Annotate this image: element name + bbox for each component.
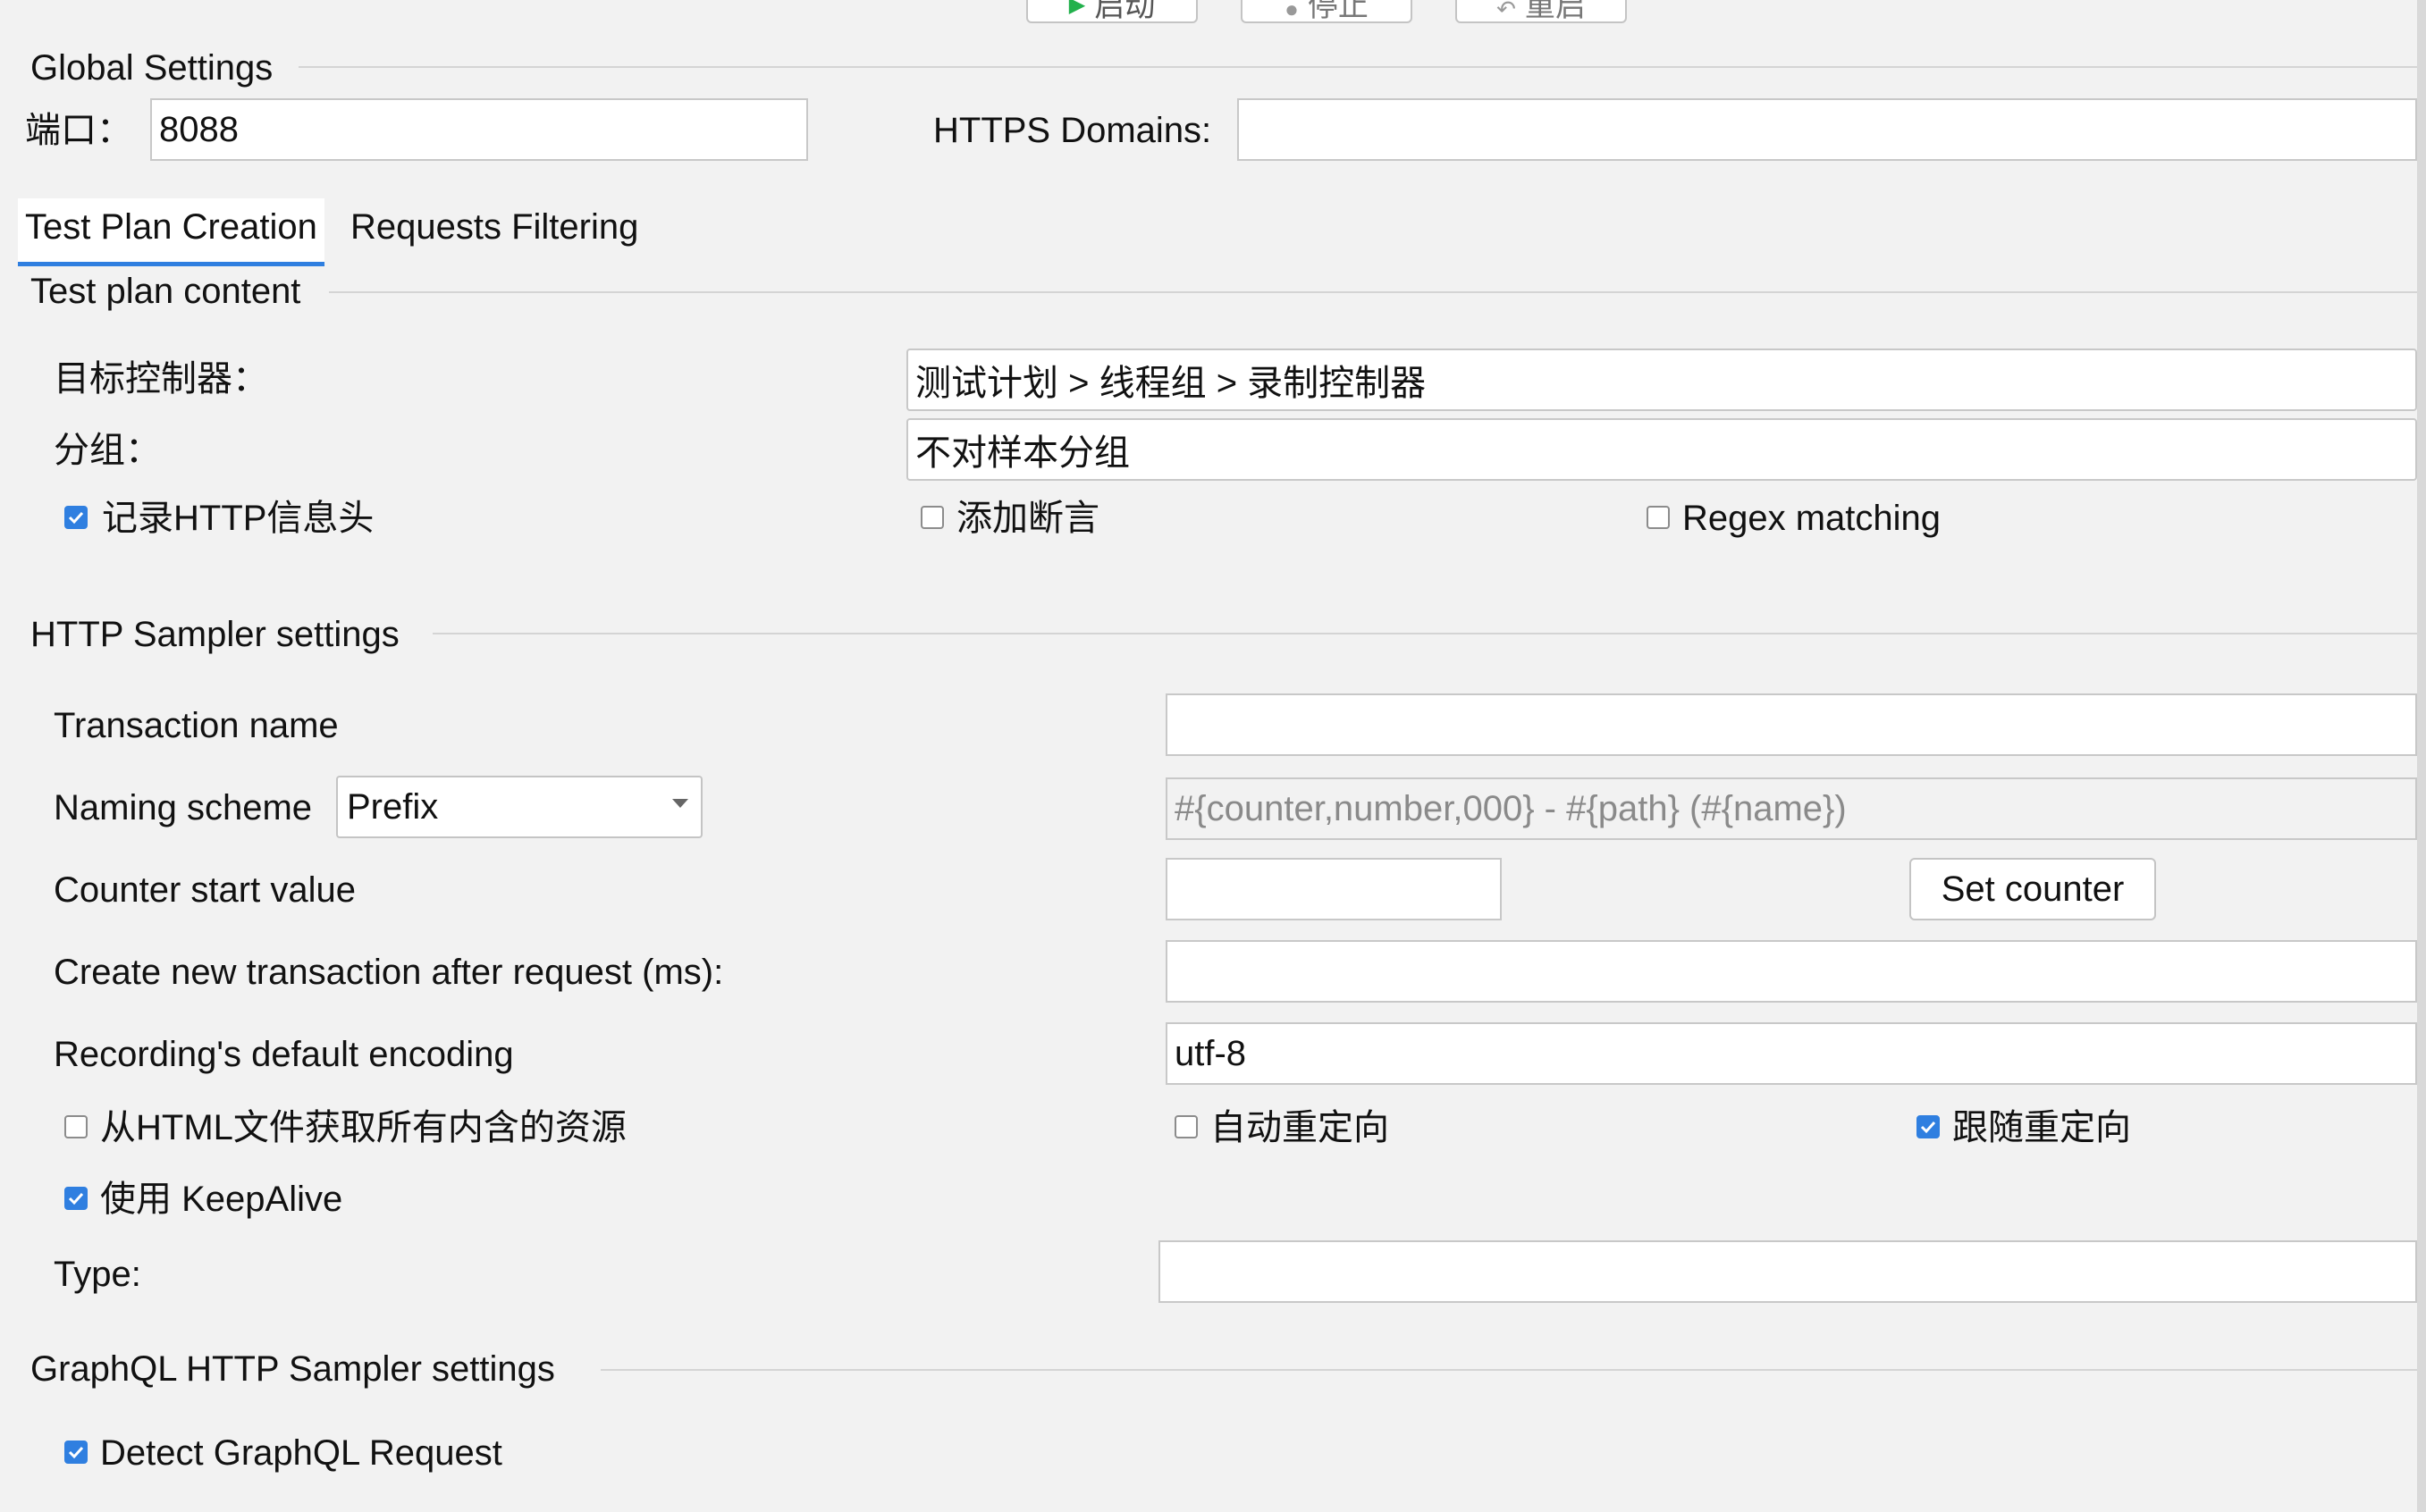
- checkmark-icon: [68, 511, 84, 525]
- naming-scheme-value: Prefix: [347, 786, 439, 827]
- type-input[interactable]: [1158, 1240, 2417, 1303]
- auto-redirect-checkbox[interactable]: [1175, 1115, 1198, 1138]
- counter-start-input[interactable]: [1166, 858, 1502, 920]
- https-domains-input[interactable]: [1237, 98, 2417, 161]
- grouping-label: 分组：: [54, 431, 161, 470]
- new-transaction-label: Create new transaction after request (ms…: [54, 953, 724, 992]
- regex-matching-checkbox[interactable]: [1647, 506, 1670, 529]
- add-assertions-checkbox[interactable]: [921, 506, 944, 529]
- http-sampler-divider: [433, 633, 2417, 634]
- grouping-combo[interactable]: 不对样本分组: [906, 418, 2417, 481]
- tab-test-plan-creation[interactable]: Test Plan Creation: [18, 198, 324, 266]
- auto-redirect-label: 自动重定向: [1210, 1108, 1389, 1147]
- new-transaction-input[interactable]: [1166, 940, 2417, 1003]
- follow-redirect-label: 跟随重定向: [1952, 1108, 2131, 1147]
- detect-graphql-label: Detect GraphQL Request: [100, 1433, 502, 1473]
- add-assertions-label: 添加断言: [956, 499, 1099, 538]
- port-input[interactable]: 8088: [150, 98, 808, 161]
- keepalive-label: 使用 KeepAlive: [100, 1180, 343, 1219]
- target-controller-label: 目标控制器：: [54, 359, 268, 399]
- chevron-down-icon: [672, 799, 688, 808]
- graphql-divider: [601, 1369, 2417, 1371]
- set-counter-button[interactable]: Set counter: [1909, 858, 2156, 920]
- stop-button[interactable]: ● 停止: [1241, 0, 1412, 23]
- global-settings-title: Global Settings: [30, 48, 274, 88]
- test-plan-divider: [329, 291, 2417, 293]
- type-label: Type:: [54, 1255, 141, 1294]
- test-plan-content-title: Test plan content: [30, 272, 301, 311]
- naming-format-input: #{counter,number,000} - #{path} (#{name}…: [1166, 777, 2417, 840]
- restart-button[interactable]: ↶ 重启: [1455, 0, 1627, 23]
- record-headers-checkbox[interactable]: [64, 506, 88, 529]
- graphql-title: GraphQL HTTP Sampler settings: [30, 1349, 555, 1389]
- checkmark-icon: [1920, 1121, 1936, 1134]
- naming-scheme-label: Naming scheme: [54, 788, 313, 827]
- transaction-name-label: Transaction name: [54, 706, 339, 745]
- fetch-resources-label: 从HTML文件获取所有内含的资源: [100, 1108, 627, 1147]
- default-encoding-input[interactable]: utf-8: [1166, 1022, 2417, 1085]
- https-domains-label: HTTPS Domains:: [933, 111, 1212, 150]
- checkmark-icon: [68, 1192, 84, 1205]
- regex-matching-label: Regex matching: [1682, 499, 1942, 538]
- naming-scheme-select[interactable]: Prefix: [336, 776, 703, 838]
- vertical-scrollbar[interactable]: [2417, 0, 2426, 1512]
- play-icon: ▶: [1068, 0, 1086, 17]
- follow-redirect-checkbox[interactable]: [1916, 1115, 1940, 1138]
- port-label: 端口：: [25, 111, 132, 150]
- checkmark-icon: [68, 1446, 84, 1459]
- keepalive-checkbox[interactable]: [64, 1187, 88, 1210]
- stop-icon: ●: [1285, 0, 1299, 22]
- record-headers-label: 记录HTTP信息头: [102, 499, 375, 538]
- target-controller-combo[interactable]: 测试计划 > 线程组 > 录制控制器: [906, 349, 2417, 411]
- detect-graphql-checkbox[interactable]: [64, 1441, 88, 1464]
- tab-requests-filtering[interactable]: Requests Filtering: [343, 198, 645, 266]
- global-settings-divider: [299, 66, 2417, 68]
- start-button[interactable]: ▶ 启动: [1026, 0, 1198, 23]
- http-sampler-title: HTTP Sampler settings: [30, 615, 400, 654]
- restart-icon: ↶: [1496, 0, 1516, 22]
- default-encoding-label: Recording's default encoding: [54, 1035, 514, 1074]
- counter-start-label: Counter start value: [54, 870, 356, 910]
- fetch-resources-checkbox[interactable]: [64, 1115, 88, 1138]
- transaction-name-input[interactable]: [1166, 693, 2417, 756]
